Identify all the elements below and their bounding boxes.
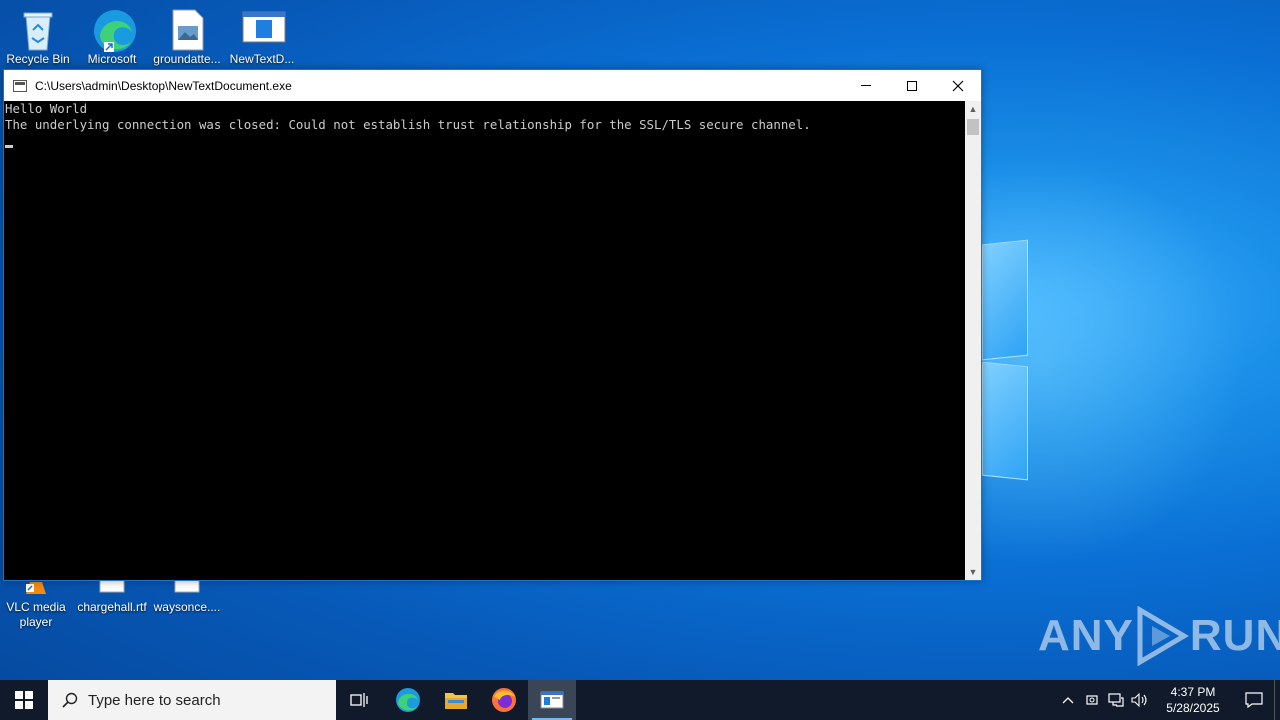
scrollbar-thumb[interactable] [967,119,979,135]
console-output[interactable]: Hello World The underlying connection was… [4,101,965,580]
taskbar-file-explorer[interactable] [432,680,480,720]
console-line: The underlying connection was closed: Co… [5,117,811,132]
desktop-icon-recycle-bin[interactable]: Recycle Bin [0,8,76,67]
minimize-icon [861,85,871,86]
desktop-icon-groundatte[interactable]: groundatte... [149,8,225,67]
console-window[interactable]: C:\Users\admin\Desktop\NewTextDocument.e… [3,69,982,581]
desktop-icon-label: Recycle Bin [6,52,70,66]
watermark-text-right: RUN [1189,611,1280,660]
firefox-icon [492,688,516,712]
taskbar: Type here to search 4:37 PM 5/28/2025 [0,680,1280,720]
show-hidden-icons-button[interactable] [1056,696,1080,704]
volume-button[interactable] [1128,693,1152,707]
desktop-icon-label: NewTextD... [229,52,295,66]
window-title: C:\Users\admin\Desktop\NewTextDocument.e… [35,78,292,93]
system-tray: 4:37 PM 5/28/2025 [1056,680,1280,720]
taskbar-search-box[interactable]: Type here to search [48,680,336,720]
taskbar-edge[interactable] [384,680,432,720]
executable-icon [242,8,286,48]
play-logo-icon [1137,606,1189,666]
console-line: Hello World [5,101,88,116]
device-icon [1086,695,1098,705]
text-cursor [5,145,13,148]
edge-icon [92,8,136,52]
image-file-icon [167,8,207,51]
desktop-icon-label: waysonce.... [153,600,221,614]
taskbar-console-app[interactable] [528,680,576,720]
windows-logo-wallpaper [982,238,1034,483]
folder-icon [445,693,467,709]
clock-time: 4:37 PM [1170,685,1216,699]
clock-date: 5/28/2025 [1166,701,1220,715]
network-icon [1108,693,1124,707]
tray-app-icon[interactable] [1080,693,1104,707]
task-view-button[interactable] [336,680,384,720]
edge-icon [396,688,420,712]
network-button[interactable] [1104,693,1128,707]
desktop-icon-label: VLC media player [6,600,66,629]
start-button[interactable] [0,680,48,720]
task-view-icon [350,693,368,707]
vertical-scrollbar[interactable]: ▲ ▼ [965,101,981,580]
show-desktop-button[interactable] [1274,680,1280,720]
console-titlebar[interactable]: C:\Users\admin\Desktop\NewTextDocument.e… [4,70,981,101]
taskbar-clock[interactable]: 4:37 PM 5/28/2025 [1158,684,1228,716]
volume-icon [1131,693,1147,707]
maximize-icon [907,80,917,91]
windows-icon [15,691,33,709]
minimize-button[interactable] [843,70,889,101]
search-placeholder: Type here to search [88,691,221,709]
maximize-button[interactable] [889,70,935,101]
close-button[interactable] [935,70,981,101]
desktop-icon-label: Microsoft [87,52,137,66]
scroll-down-icon[interactable]: ▼ [965,564,981,580]
close-icon [952,80,964,91]
anyrun-watermark: ANY RUN [1038,606,1280,666]
console-app-icon [13,79,27,92]
notification-icon [1245,692,1263,708]
scroll-up-icon[interactable]: ▲ [965,101,981,117]
desktop-icon-newtextdocument[interactable]: NewTextD... [224,8,300,67]
taskbar-firefox[interactable] [480,680,528,720]
action-center-button[interactable] [1234,692,1274,708]
search-icon [62,692,78,708]
chevron-up-icon [1062,697,1074,704]
desktop-icon-label: chargehall.rtf [77,600,147,614]
watermark-text-left: ANY [1038,611,1134,660]
console-window-icon [540,691,564,709]
desktop-icon-microsoft-edge[interactable]: Microsoft [74,8,150,67]
desktop-icon-label: groundatte... [153,52,221,66]
recycle-bin-icon [18,8,58,51]
